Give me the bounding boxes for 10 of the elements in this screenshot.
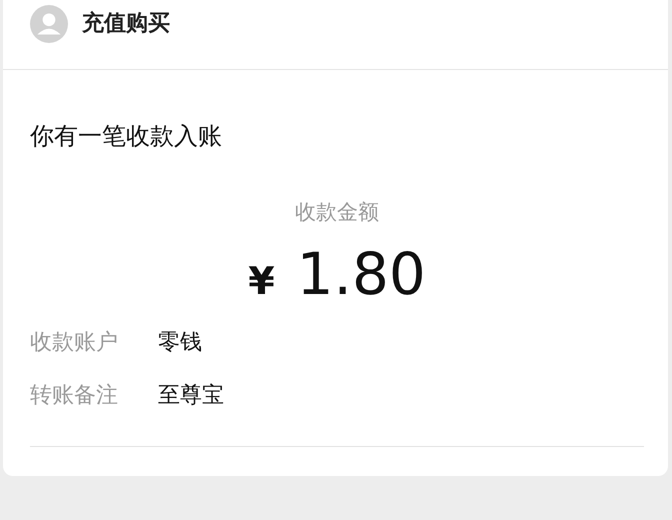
detail-label: 收款账户: [30, 329, 119, 357]
detail-value: 至尊宝: [158, 382, 224, 410]
account-name: 充值购买: [82, 10, 170, 38]
avatar-icon: [30, 5, 68, 43]
amount-label: 收款金额: [294, 199, 380, 226]
detail-value: 零钱: [158, 329, 202, 357]
amount-value: 1.80: [296, 240, 426, 308]
detail-label: 转账备注: [30, 382, 119, 410]
currency-symbol: ¥: [248, 259, 275, 303]
notice-title: 你有一笔收款入账: [30, 121, 223, 152]
